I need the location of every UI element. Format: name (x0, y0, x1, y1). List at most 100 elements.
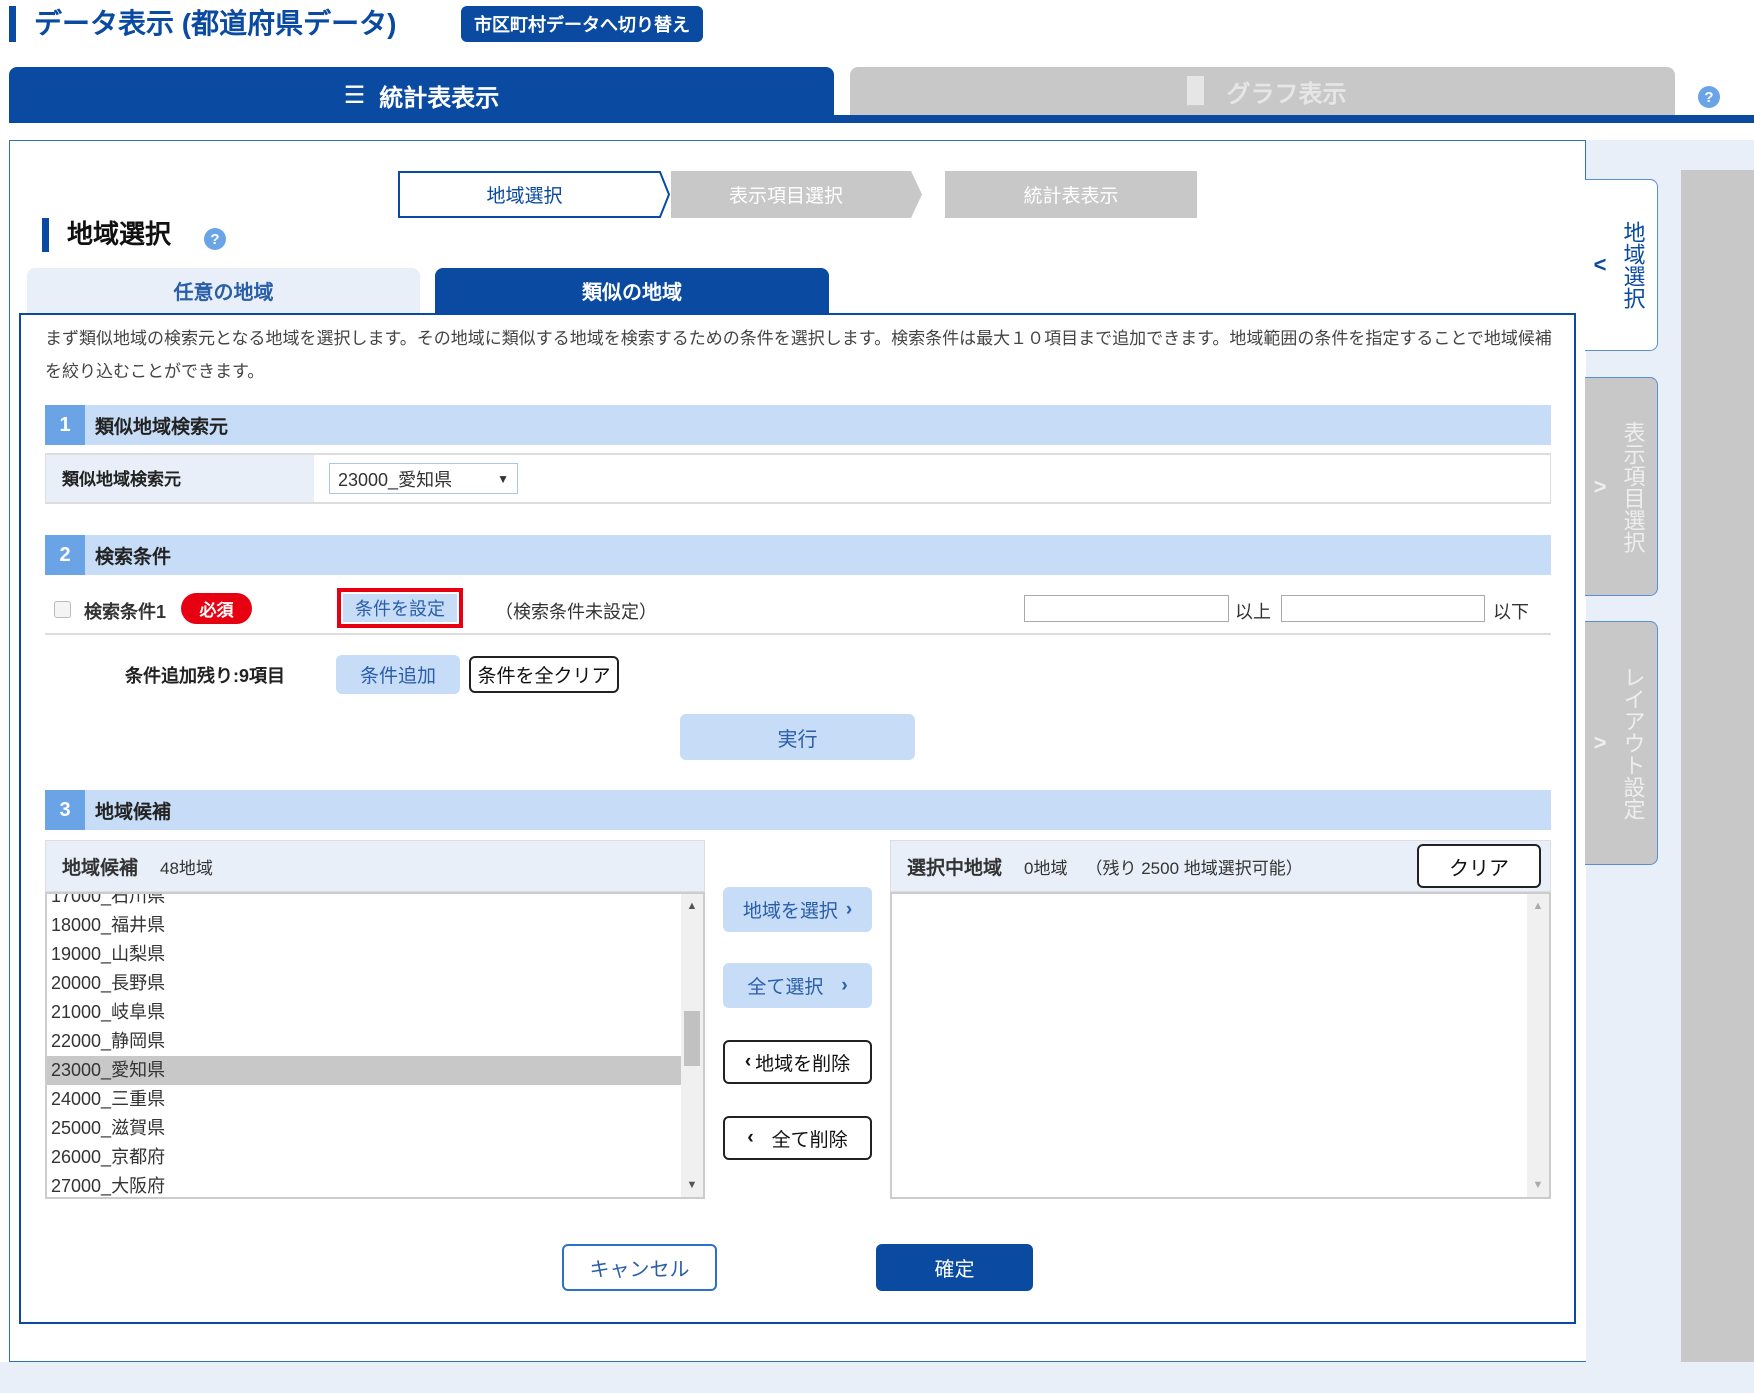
selected-list[interactable]: ▲ ▼ (890, 892, 1551, 1199)
section-1-header: 1 類似地域検索元 (45, 405, 1551, 445)
list-item[interactable]: 24000_三重県 (47, 1085, 681, 1114)
scroll-thumb[interactable] (684, 1011, 700, 1066)
set-condition-button[interactable]: 条件を設定 (343, 594, 457, 622)
tab-underline (834, 115, 1754, 123)
field-label: 類似地域検索元 (46, 455, 314, 502)
required-badge: 必須 (181, 593, 252, 624)
panel-edge (1585, 140, 1586, 180)
cancel-button[interactable]: キャンセル (562, 1244, 717, 1291)
scroll-down-icon[interactable]: ▼ (681, 1179, 703, 1191)
step-region: 地域選択 (398, 171, 649, 218)
step-arrow (900, 171, 922, 218)
scroll-up-icon[interactable]: ▲ (681, 900, 703, 912)
section-number: 2 (45, 535, 85, 575)
button-label: 地域を削除 (755, 1053, 851, 1075)
chevron-right-icon: > (1593, 473, 1607, 499)
scroll-up-icon[interactable]: ▲ (1527, 900, 1549, 912)
list-item[interactable]: 18000_福井県 (47, 911, 681, 940)
select-region-button[interactable]: 地域を選択 › (723, 887, 872, 932)
run-button[interactable]: 実行 (680, 714, 915, 760)
candidates-header: 地域候補 48地域 (45, 840, 705, 892)
side-tab-layout[interactable]: レイアウト設定 > (1585, 621, 1658, 865)
side-tab-items[interactable]: 表示項目選択 > (1585, 377, 1658, 596)
section-title: 検索条件 (95, 546, 172, 568)
collapsed-panel (1681, 170, 1754, 1362)
condition-checkbox[interactable] (54, 601, 71, 618)
selected-remaining: （残り 2500 地域選択可能） (1085, 858, 1303, 878)
max-value-input[interactable] (1281, 595, 1485, 622)
page-title: データ表示 (都道府県データ) (34, 8, 397, 39)
section-3-header: 3 地域候補 (45, 790, 1551, 830)
tab-graph-view[interactable]: ▐▌ グラフ表示 (850, 67, 1675, 115)
button-label: 全て選択 (747, 977, 824, 998)
source-region-select[interactable]: 23000_愛知県 ▼ (329, 463, 518, 494)
side-tab-label: レイアウト設定 (1620, 666, 1646, 820)
section-heading: 地域選択 (67, 219, 172, 249)
list-item[interactable]: 19000_山梨県 (47, 940, 681, 969)
switch-municipality-button[interactable]: 市区町村データへ切り替え (461, 6, 703, 42)
clear-all-conditions-button[interactable]: 条件を全クリア (469, 656, 619, 693)
clear-selected-button[interactable]: クリア (1417, 844, 1541, 888)
tab-table-view[interactable]: ☰ 統計表表示 (9, 67, 834, 123)
section-number: 3 (45, 790, 85, 830)
chevron-right-icon: › (845, 898, 853, 920)
list-item[interactable]: 20000_長野県 (47, 969, 681, 998)
list-item[interactable]: 17000_石川県 (47, 894, 681, 911)
section-2-header: 2 検索条件 (45, 535, 1551, 575)
candidates-title: 地域候補 (62, 857, 139, 879)
candidates-list[interactable]: 17000_石川県 18000_福井県 19000_山梨県 20000_長野県 2100… (45, 892, 705, 1199)
list-item[interactable]: 26000_京都府 (47, 1143, 681, 1172)
section-number: 1 (45, 405, 85, 445)
remove-region-button[interactable]: ‹ 地域を削除 (723, 1040, 872, 1084)
chevron-left-icon: ‹ (744, 1051, 752, 1072)
step-table: 統計表表示 (945, 171, 1197, 218)
max-suffix: 以下 (1493, 602, 1529, 622)
side-tab-region[interactable]: 地域選択 < (1585, 179, 1658, 351)
bar-chart-icon: ▐▌ (1178, 77, 1213, 104)
button-label: 地域を選択 (742, 901, 838, 922)
list-item[interactable]: 23000_愛知県 (47, 1056, 681, 1085)
list-item[interactable]: 21000_岐阜県 (47, 998, 681, 1027)
selected-count: 0地域 (1024, 858, 1068, 878)
select-value: 23000_愛知県 (338, 469, 453, 490)
source-row: 類似地域検索元 (45, 453, 1551, 504)
description: まず類似地域の検索元となる地域を選択します。その地域に類似する地域を検索するため… (45, 329, 1552, 381)
scroll-down-icon[interactable]: ▼ (1527, 1179, 1549, 1191)
side-tab-label: 地域選択 (1620, 221, 1646, 309)
chevron-left-icon: < (1593, 252, 1607, 277)
remaining-conditions: 条件追加残り:9項目 (125, 666, 286, 686)
remove-all-button[interactable]: ‹ 全て削除 (723, 1116, 872, 1160)
table-icon: ☰ (343, 81, 366, 109)
list-item[interactable]: 22000_静岡県 (47, 1027, 681, 1056)
subtab-arbitrary[interactable]: 任意の地域 (27, 268, 420, 313)
scrollbar[interactable]: ▲ ▼ (1527, 894, 1549, 1197)
side-tab-label: 表示項目選択 (1620, 420, 1646, 553)
divider (45, 633, 1551, 635)
selected-title: 選択中地域 (907, 857, 1003, 879)
tab-label: グラフ表示 (1226, 80, 1347, 108)
bottom-bg (0, 1362, 1754, 1393)
button-label: 全て削除 (771, 1129, 848, 1151)
chevron-right-icon: > (1593, 730, 1607, 755)
chevron-left-icon: ‹ (747, 1127, 754, 1148)
scrollbar[interactable]: ▲ ▼ (681, 894, 703, 1197)
min-value-input[interactable] (1024, 595, 1229, 622)
title-accent-bar (9, 6, 16, 42)
section-title: 類似地域検索元 (95, 416, 229, 438)
condition-label: 検索条件1 (84, 602, 167, 622)
help-icon[interactable]: ? (204, 228, 226, 250)
confirm-button[interactable]: 確定 (876, 1244, 1033, 1291)
list-item[interactable]: 25000_滋賀県 (47, 1114, 681, 1143)
dropdown-arrow-icon: ▼ (497, 471, 509, 486)
step-items: 表示項目選択 (671, 171, 901, 218)
section-title: 地域候補 (95, 801, 172, 823)
step-arrow (647, 171, 671, 218)
add-condition-button[interactable]: 条件追加 (336, 655, 460, 694)
list-item[interactable]: 27000_大阪府 (47, 1172, 681, 1197)
select-all-button[interactable]: 全て選択 › (723, 963, 872, 1008)
tab-label: 統計表表示 (379, 84, 500, 112)
min-suffix: 以上 (1235, 602, 1271, 622)
help-icon[interactable]: ? (1698, 86, 1720, 108)
subtab-similar[interactable]: 類似の地域 (435, 268, 829, 313)
heading-bar (42, 218, 49, 252)
